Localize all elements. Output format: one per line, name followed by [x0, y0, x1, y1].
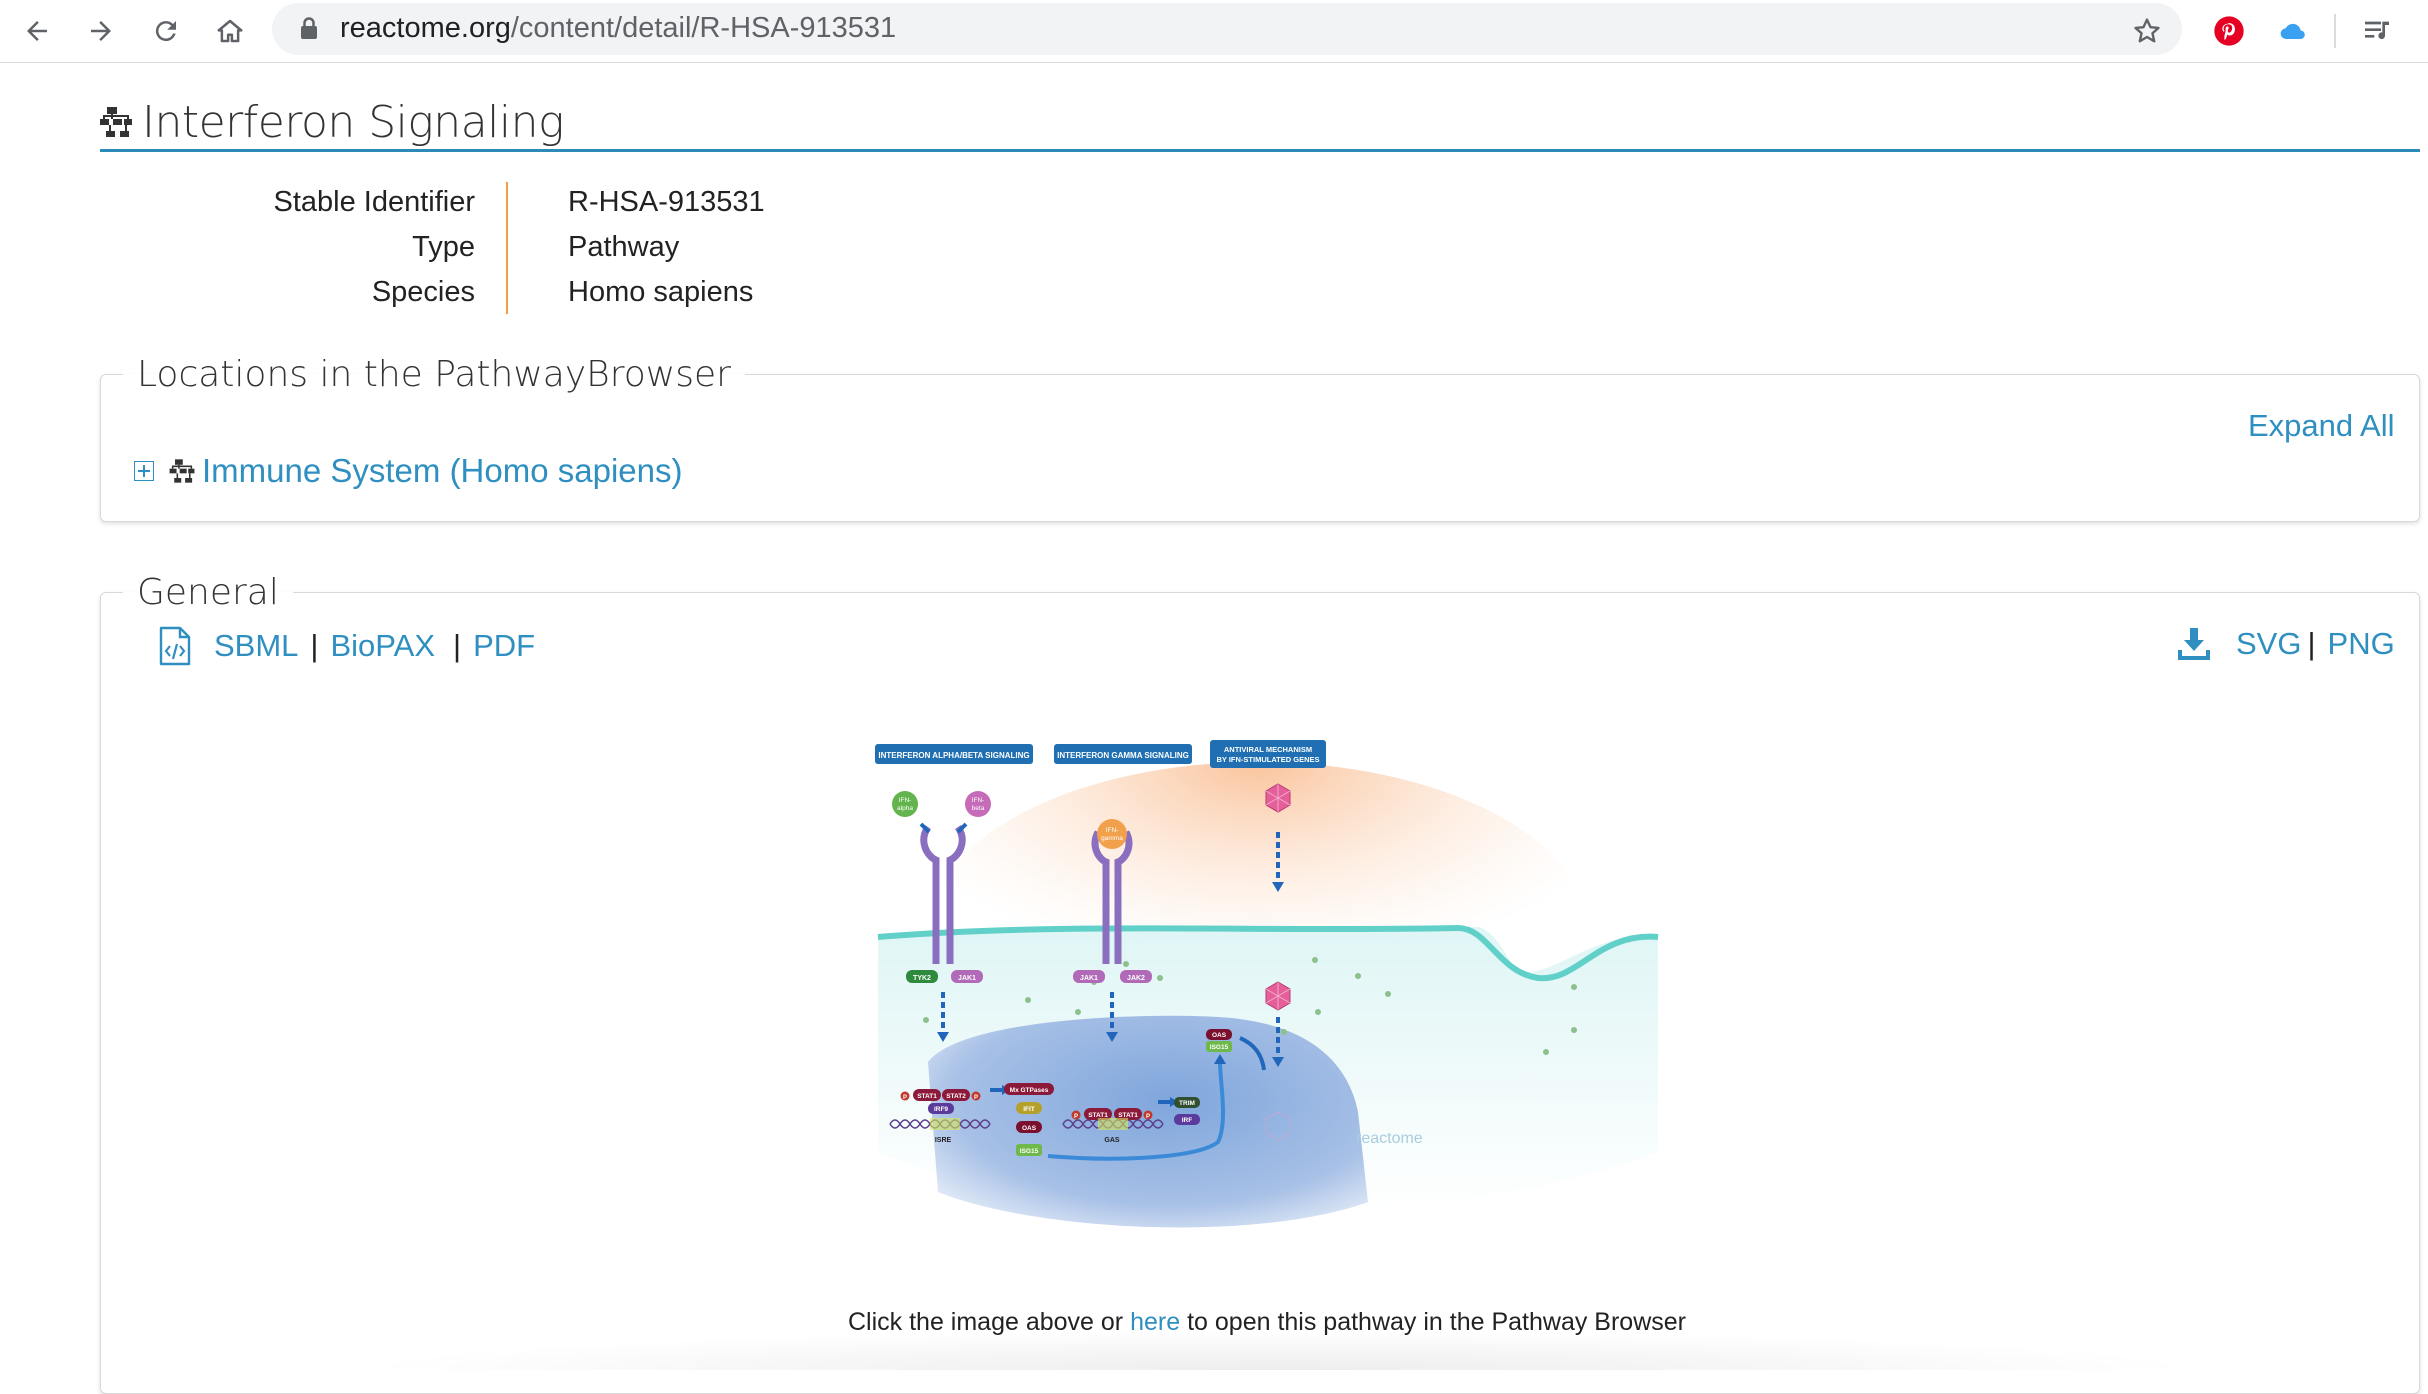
url-text[interactable]: reactome.org/content/detail/R-HSA-913531 — [340, 10, 896, 46]
stat1-label: STAT1 — [1088, 1112, 1108, 1119]
ifit-label: IFIT — [1023, 1106, 1035, 1113]
caption-after: to open this pathway in the Pathway Brow… — [1180, 1308, 1686, 1336]
export-downloads: SBML | BioPAX | PDF — [158, 626, 535, 666]
pathway-diagram[interactable]: INTERFERON ALPHA/BETA SIGNALING INTERFER… — [858, 732, 1678, 1244]
immune-system-link[interactable]: Immune System (Homo sapiens) — [202, 452, 682, 490]
gas-label: GAS — [1104, 1137, 1120, 1144]
reactome-watermark: reactome — [1356, 1130, 1423, 1147]
star-icon[interactable] — [2124, 8, 2170, 54]
png-link[interactable]: PNG — [2328, 626, 2395, 662]
tyk2-label: TYK2 — [913, 975, 931, 982]
url-domain: reactome.org — [340, 12, 511, 44]
tyk2-kinase[interactable]: TYK2 — [906, 970, 938, 983]
phospho-label: P — [974, 1095, 978, 1101]
page-title: Interferon Signaling — [142, 96, 564, 148]
jak2-label: JAK2 — [1127, 975, 1145, 982]
header-antiviral-line1: ANTIVIRAL MECHANISM — [1224, 745, 1312, 754]
trim-label: TRIM — [1179, 1100, 1195, 1107]
header-antiviral-line2: BY IFN-STIMULATED GENES — [1216, 755, 1319, 764]
separator: | — [2307, 626, 2316, 661]
ifn-gamma-label-1: IFN- — [1106, 827, 1119, 834]
svg-link[interactable]: SVG — [2236, 626, 2301, 662]
isre-label: ISRE — [935, 1137, 952, 1144]
jak1-label: JAK1 — [1080, 975, 1098, 982]
lock-icon — [301, 17, 317, 39]
reload-icon[interactable] — [143, 8, 189, 54]
irf-label: IRF — [1182, 1117, 1193, 1124]
meta-value-identifier: R-HSA-913531 — [568, 186, 765, 218]
header-alpha-beta-text: INTERFERON ALPHA/BETA SIGNALING — [878, 751, 1029, 760]
jak1-kinase-right[interactable]: JAK1 — [1073, 970, 1105, 983]
nucleus — [928, 1015, 1368, 1228]
mx-gtpases-label: Mx GTPases — [1010, 1087, 1049, 1094]
expand-plus-icon[interactable] — [134, 461, 154, 481]
locations-panel: Locations in the PathwayBrowser — [100, 354, 2420, 522]
pinterest-icon[interactable] — [2206, 8, 2252, 54]
jak1-kinase-left[interactable]: JAK1 — [951, 970, 983, 983]
oas-label: OAS — [1022, 1125, 1037, 1132]
open-pathway-link[interactable]: here — [1130, 1308, 1180, 1336]
isg15-label: ISG15 — [1020, 1148, 1039, 1155]
download-icon — [2178, 628, 2210, 660]
reading-list-icon[interactable] — [2354, 8, 2400, 54]
stat2-label: STAT2 — [946, 1093, 966, 1100]
separator: | — [453, 628, 462, 663]
page-header: Interferon Signaling — [98, 92, 564, 152]
phospho-label: P — [903, 1095, 907, 1101]
home-icon[interactable] — [207, 8, 253, 54]
stat1-label: STAT1 — [1118, 1112, 1138, 1119]
pathway-icon — [100, 107, 132, 137]
biopax-link[interactable]: BioPAX — [330, 628, 435, 664]
location-tree-item[interactable]: Immune System (Homo sapiens) — [134, 452, 682, 490]
phospho-label: P — [1146, 1114, 1150, 1120]
jak1-label: JAK1 — [958, 975, 976, 982]
meta-key-species: Species — [371, 276, 475, 308]
meta-value-species: Homo sapiens — [568, 276, 754, 308]
header-gamma-text: INTERFERON GAMMA SIGNALING — [1057, 751, 1189, 760]
ifn-beta-ligand[interactable]: IFN- beta — [965, 791, 991, 817]
forward-arrow-icon[interactable] — [78, 8, 124, 54]
browser-toolbar: reactome.org/content/detail/R-HSA-913531 — [0, 0, 2428, 63]
ifn-alpha-ligand[interactable]: IFN- alpha — [892, 791, 918, 817]
meta-value-type: Pathway — [568, 231, 680, 263]
url-path: /content/detail/R-HSA-913531 — [510, 12, 897, 44]
title-underline — [100, 149, 2420, 152]
meta-separator-line — [506, 182, 508, 314]
cloud-icon[interactable] — [2270, 8, 2316, 54]
general-legend: General — [137, 572, 279, 613]
toolbar-divider — [2334, 14, 2336, 48]
header-alpha-beta[interactable]: INTERFERON ALPHA/BETA SIGNALING — [875, 744, 1033, 764]
jak2-kinase[interactable]: JAK2 — [1120, 970, 1152, 983]
meta-key-type: Type — [412, 231, 475, 263]
oas-label: OAS — [1212, 1032, 1227, 1039]
meta-values: R-HSA-913531 Pathway Homo sapiens — [568, 180, 765, 315]
sbml-link[interactable]: SBML — [214, 628, 298, 664]
ifn-beta-label-2: beta — [972, 805, 985, 812]
pathway-icon — [169, 459, 195, 483]
back-arrow-icon[interactable] — [14, 8, 60, 54]
header-gamma[interactable]: INTERFERON GAMMA SIGNALING — [1054, 744, 1192, 764]
diagram-caption: Click the image above or here to open th… — [848, 1308, 1686, 1337]
caption-before: Click the image above or — [848, 1308, 1131, 1336]
expand-all-link[interactable]: Expand All — [2248, 408, 2395, 444]
header-antiviral[interactable]: ANTIVIRAL MECHANISM BY IFN-STIMULATED GE… — [1210, 740, 1326, 768]
code-file-icon — [159, 626, 191, 666]
irf9-label: IRF9 — [934, 1106, 948, 1113]
pdf-link[interactable]: PDF — [473, 628, 535, 664]
image-downloads: SVG | PNG — [2176, 626, 2395, 662]
isg15-label: ISG15 — [1210, 1044, 1229, 1051]
meta-key-identifier: Stable Identifier — [273, 186, 475, 218]
ifn-alpha-label-1: IFN- — [899, 797, 912, 804]
separator: | — [310, 628, 319, 663]
stat1-label: STAT1 — [917, 1093, 937, 1100]
ifn-gamma-label-2: gamma — [1101, 835, 1123, 842]
locations-legend: Locations in the PathwayBrowser — [137, 354, 731, 395]
ifn-alpha-label-2: alpha — [897, 805, 913, 812]
ifn-beta-label-1: IFN- — [972, 797, 985, 804]
meta-keys: Stable Identifier Type Species — [200, 180, 475, 315]
phospho-label: P — [1074, 1114, 1078, 1120]
